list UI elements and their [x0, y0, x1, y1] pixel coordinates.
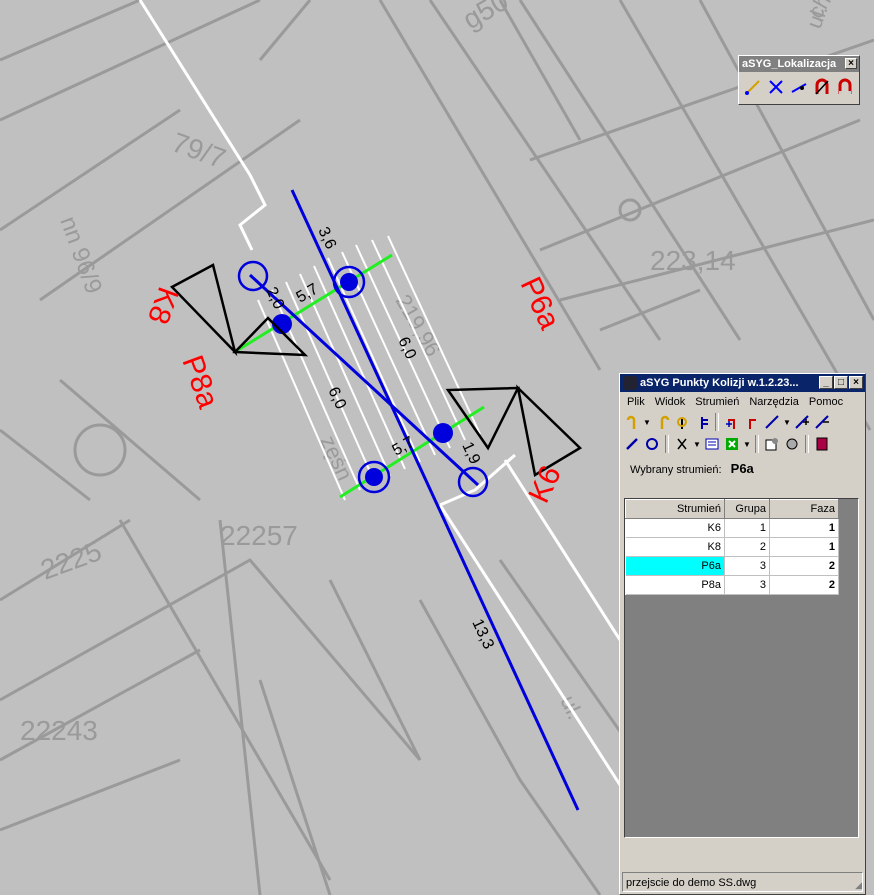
column-header-strumien[interactable]: Strumień	[625, 499, 725, 519]
close-button[interactable]: ×	[849, 376, 863, 389]
excel-icon[interactable]	[723, 435, 741, 453]
stream-label-k6: K6	[522, 461, 567, 508]
menu-narzedzia[interactable]: Narzędzia	[744, 396, 804, 408]
globe-icon[interactable]	[783, 435, 801, 453]
remove-line-icon[interactable]	[813, 413, 831, 431]
chevron-down-icon[interactable]: ▼	[693, 440, 701, 449]
cell-strumien[interactable]: K6	[625, 518, 725, 538]
parcel-label: 223,14	[650, 245, 736, 276]
stream-label-k8: K8	[141, 283, 185, 329]
chevron-down-icon[interactable]: ▼	[643, 418, 651, 427]
menu-strumien[interactable]: Strumień	[690, 396, 744, 408]
table-row[interactable]: K6 1 1	[625, 518, 839, 538]
crosswalk-stripes	[257, 235, 481, 501]
parcel-label: 22243	[20, 715, 98, 746]
cell-grupa[interactable]: 3	[724, 575, 770, 595]
cell-faza[interactable]: 2	[769, 575, 839, 595]
fork-icon[interactable]	[693, 413, 711, 431]
arrow-k8	[169, 263, 238, 357]
conflict-point-filled	[365, 468, 383, 486]
location-toolbar-title-text: aSYG_Lokalizacja	[742, 58, 837, 70]
turn-mixed-icon[interactable]	[673, 413, 691, 431]
cell-grupa[interactable]: 2	[724, 537, 770, 557]
resize-grip-icon[interactable]: ◢	[855, 880, 862, 891]
list-icon[interactable]	[703, 435, 721, 453]
line-icon[interactable]	[763, 413, 781, 431]
parcel-label: 2225	[36, 535, 105, 585]
cross-locate-icon[interactable]	[766, 77, 786, 97]
turn-left-icon[interactable]	[623, 413, 641, 431]
cell-faza[interactable]: 1	[769, 537, 839, 557]
column-header-faza[interactable]: Faza	[769, 499, 839, 519]
streams-grid[interactable]: Strumień Grupa Faza K6 1 1 K8 2 1 P6a 3 …	[624, 498, 859, 838]
line-locate-icon[interactable]	[743, 77, 763, 97]
add-line-icon[interactable]	[793, 413, 811, 431]
table-header-row: Strumień Grupa Faza	[625, 499, 839, 519]
menu-bar: Plik Widok Strumień Narzędzia Pomoc	[620, 392, 865, 411]
segment-labels: 3,6 2,0 5,7 6,0 6,0 5,7 1,9 13,3	[262, 225, 497, 652]
cut-icon[interactable]	[673, 435, 691, 453]
selected-stream-value: P6a	[730, 461, 754, 476]
cell-strumien[interactable]: K8	[625, 537, 725, 557]
app-icon	[623, 376, 637, 390]
stream-p8a-line	[248, 273, 480, 487]
stream-label-p6a: P6a	[514, 272, 567, 335]
menu-plik[interactable]: Plik	[622, 396, 650, 408]
add-left-icon[interactable]	[723, 413, 741, 431]
parcel-label: 79/7	[168, 127, 230, 175]
parcel-label: g50	[458, 0, 514, 35]
conflict-point-filled	[340, 273, 358, 291]
chevron-down-icon[interactable]: ▼	[783, 418, 791, 427]
streams-table: Strumień Grupa Faza K6 1 1 K8 2 1 P6a 3 …	[625, 499, 839, 595]
status-text: przejscie do demo SS.dwg	[626, 877, 757, 889]
status-bar: przejscie do demo SS.dwg	[622, 872, 863, 892]
stream-label-p8a: P8a	[175, 351, 224, 413]
location-toolbar-title: aSYG_Lokalizacja ×	[739, 56, 859, 72]
conflict-point-filled	[433, 423, 453, 443]
arrow-k6-b	[516, 384, 583, 477]
parcel-label: 22257	[220, 520, 298, 551]
refresh-icon[interactable]	[643, 435, 661, 453]
segment-label: 1,9	[458, 440, 483, 467]
segment-label: 6,0	[324, 385, 349, 412]
collision-points-window[interactable]: aSYG Punkty Kolizji w.1.2.23... _ □ × Pl…	[619, 373, 866, 895]
magnet-icon[interactable]	[835, 77, 855, 97]
toolbar-row-2: ▼ ▼	[620, 433, 865, 455]
location-toolbar-window[interactable]: aSYG_Lokalizacja ×	[738, 55, 860, 105]
table-row[interactable]: P8a 3 2	[625, 575, 839, 595]
cell-grupa[interactable]: 3	[724, 556, 770, 576]
cell-strumien[interactable]: P6a	[625, 556, 725, 576]
cell-grupa[interactable]: 1	[724, 518, 770, 538]
pen-icon[interactable]	[623, 435, 641, 453]
window-title: aSYG Punkty Kolizji w.1.2.23...	[640, 377, 799, 389]
arrow-k6	[445, 386, 521, 451]
cell-faza[interactable]: 1	[769, 518, 839, 538]
segment-locate-icon[interactable]	[789, 77, 809, 97]
table-row[interactable]: K8 2 1	[625, 537, 839, 557]
book-icon[interactable]	[813, 435, 831, 453]
toolbar-row-1: ▼ ▼	[620, 411, 865, 433]
add-right-icon[interactable]	[743, 413, 761, 431]
parcel-label: zęśn	[315, 432, 357, 485]
magnet-red-icon[interactable]	[812, 77, 832, 97]
menu-pomoc[interactable]: Pomoc	[804, 396, 848, 408]
turn-icon[interactable]	[653, 413, 671, 431]
minimize-button[interactable]: _	[819, 376, 833, 389]
column-header-grupa[interactable]: Grupa	[724, 499, 770, 519]
table-row-selected[interactable]: P6a 3 2	[625, 556, 839, 576]
cell-strumien[interactable]: P8a	[625, 575, 725, 595]
selected-stream-label: Wybrany strumień:	[630, 464, 722, 476]
close-icon[interactable]: ×	[845, 58, 857, 69]
cell-faza[interactable]: 2	[769, 556, 839, 576]
chevron-down-icon[interactable]: ▼	[743, 440, 751, 449]
maximize-button[interactable]: □	[834, 376, 848, 389]
window-titlebar[interactable]: aSYG Punkty Kolizji w.1.2.23... _ □ ×	[620, 374, 865, 392]
arrow-k8-b	[232, 316, 309, 357]
settings-icon[interactable]	[763, 435, 781, 453]
selected-stream: Wybrany strumień: P6a	[620, 455, 865, 477]
menu-widok[interactable]: Widok	[650, 396, 691, 408]
